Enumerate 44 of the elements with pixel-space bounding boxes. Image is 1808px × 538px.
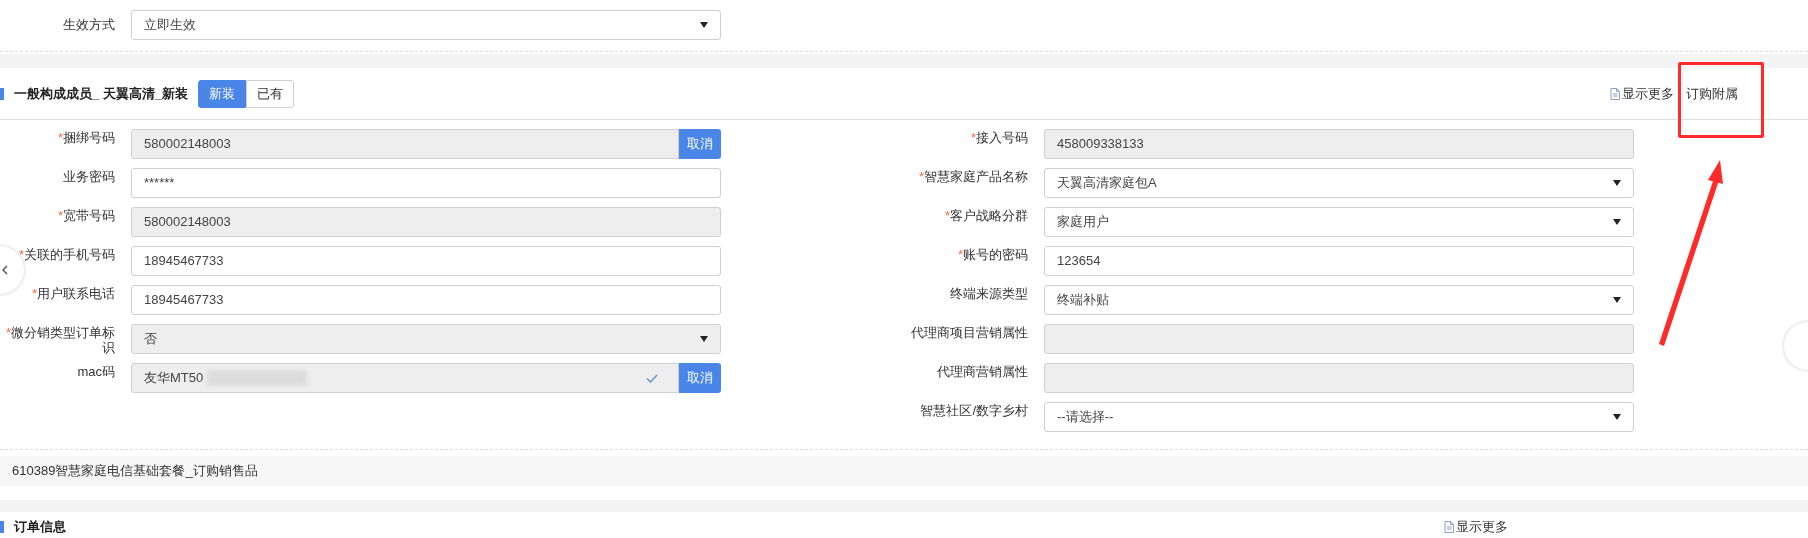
field-label: *宽带号码	[56, 207, 115, 223]
field-label: *智慧家庭产品名称	[917, 168, 1028, 184]
select-field[interactable]: 家庭用户	[1044, 207, 1634, 237]
select-field[interactable]: 天翼高清家庭包A	[1044, 168, 1634, 198]
document-icon	[1444, 521, 1454, 533]
field-label: mac码	[76, 363, 115, 379]
field-label: *账号的密码	[956, 246, 1028, 262]
field-label: 业务密码	[62, 168, 115, 184]
dropdown-caret-icon	[1613, 297, 1621, 303]
input-field[interactable]: 18945467733	[131, 246, 721, 276]
field-label: *关联的手机号码	[17, 246, 115, 262]
input-field[interactable]: 123654	[1044, 246, 1634, 276]
toggle-tab[interactable]: 已有	[246, 79, 295, 108]
show-more-link[interactable]: 显示更多	[1622, 83, 1674, 104]
dropdown-caret-icon	[700, 22, 708, 28]
dropdown-caret-icon	[1613, 180, 1621, 186]
toggle-tab[interactable]: 新装	[198, 79, 247, 108]
field-label: *微分销类型订单标识	[4, 324, 115, 355]
field-label: 终端来源类型	[949, 285, 1028, 301]
input-field[interactable]: 18945467733	[131, 285, 721, 315]
field-label: *接入号码	[969, 129, 1028, 145]
chevron-left-icon	[2, 265, 8, 275]
field-label: 智慧社区/数字乡村	[919, 402, 1028, 418]
input-field[interactable]: ******	[131, 168, 721, 198]
dropdown-caret-icon	[1613, 414, 1621, 420]
select-field[interactable]: 终端补贴	[1044, 285, 1634, 315]
section-marker	[0, 87, 4, 100]
field-label: 代理商项目营销属性	[910, 324, 1028, 340]
field-label: *捆绑号码	[56, 129, 115, 145]
dropdown-caret-icon	[700, 336, 708, 342]
field-label: *用户联系电话	[30, 285, 115, 301]
subscribe-attachment-link[interactable]: 订购附属	[1686, 83, 1738, 104]
dropdown-caret-icon	[1613, 219, 1621, 225]
section-title: 一般构成成员_ 天翼高清_新装	[14, 84, 189, 103]
package-title: 610389智慧家庭电信基础套餐_订购销售品	[12, 462, 258, 481]
select-field[interactable]: 立即生效	[131, 10, 721, 40]
field-label: 代理商营销属性	[936, 363, 1028, 379]
field-label: *客户战略分群	[943, 207, 1028, 223]
section-marker	[0, 521, 4, 533]
field-label: 生效方式	[62, 16, 115, 35]
select-field[interactable]: --请选择--	[1044, 402, 1634, 432]
section-title: 订单信息	[14, 518, 66, 537]
document-icon	[1610, 87, 1620, 100]
show-more-link[interactable]: 显示更多	[1456, 517, 1508, 537]
